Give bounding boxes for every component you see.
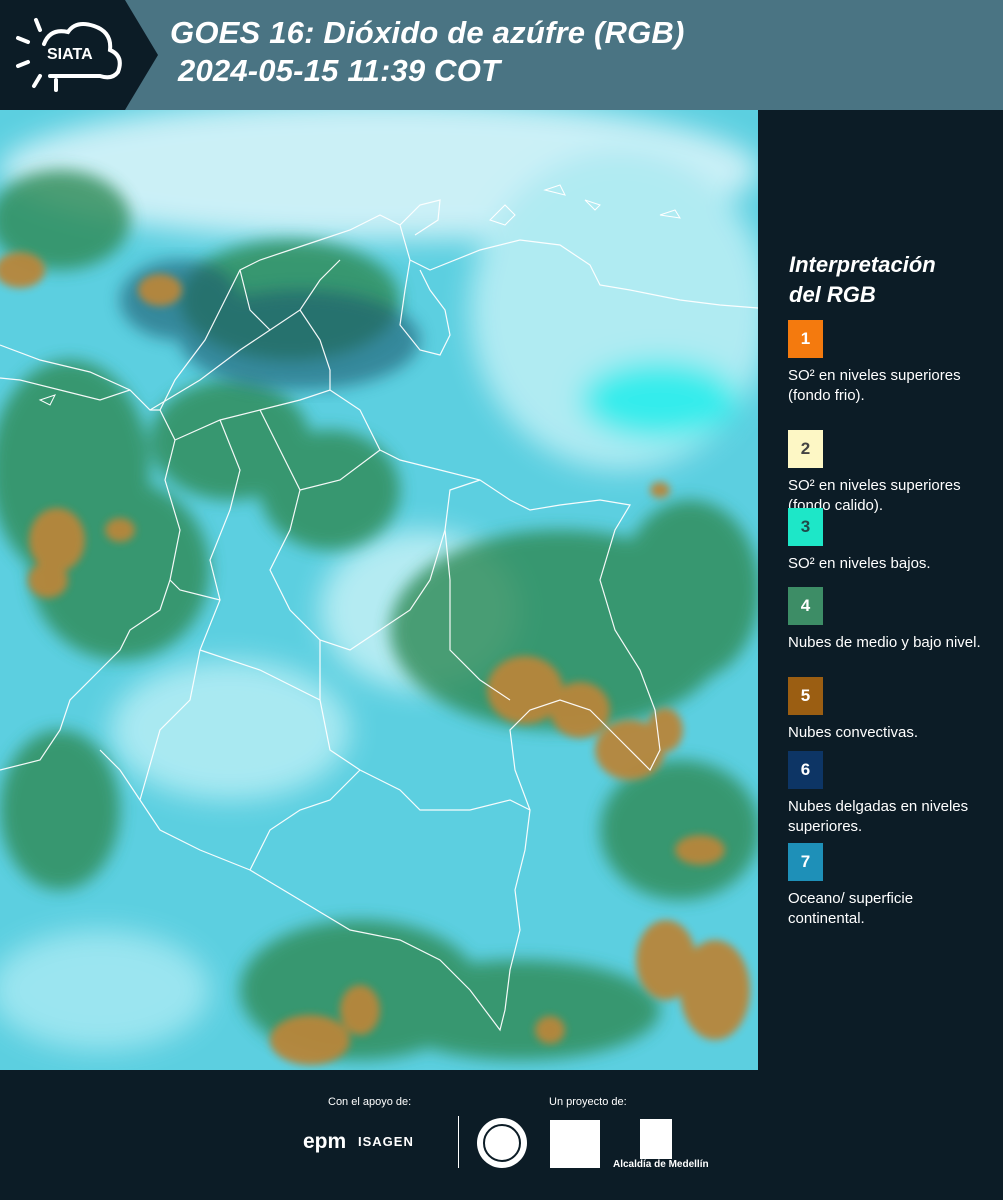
alcaldia-shield-icon: [640, 1119, 672, 1159]
alcaldia-label: Alcaldía de Medellín: [613, 1159, 709, 1170]
legend-heading: Interpretación del RGB: [789, 250, 936, 310]
title-line-1: GOES 16: Dióxido de azúfre (RGB): [170, 15, 685, 50]
epm-logo: epm: [303, 1130, 347, 1153]
legend-item-4: 4 Nubes de medio y bajo nivel.: [788, 587, 993, 653]
logo-text: SIATA: [47, 46, 93, 63]
legend-label: SO² en niveles superiores (fondo frio).: [788, 367, 961, 404]
legend-item-7: 7 Oceano/ superficie continental.: [788, 843, 993, 929]
legend-swatch: 1: [788, 320, 823, 358]
legend-swatch: 7: [788, 843, 823, 881]
legend-item-5: 5 Nubes convectivas.: [788, 677, 993, 743]
satellite-map: [0, 110, 758, 1070]
legend-label: Nubes delgadas en niveles superiores.: [788, 798, 969, 835]
medellin-seal-icon: [477, 1118, 527, 1168]
legend-swatch: 2: [788, 430, 823, 468]
legend-heading-line-2: del RGB: [789, 282, 876, 307]
legend-item-2: 2 SO² en niveles superiores (fondo calido…: [788, 430, 993, 516]
legend-item-6: 6 Nubes delgadas en niveles superiores.: [788, 751, 993, 837]
legend-swatch: 4: [788, 587, 823, 625]
legend-label: Nubes de medio y bajo nivel.: [788, 634, 981, 651]
legend-swatch: 5: [788, 677, 823, 715]
legend-heading-line-1: Interpretación: [789, 252, 936, 277]
legend-panel: Interpretación del RGB 1 SO² en niveles s…: [760, 110, 1003, 1070]
legend-item-3: 3 SO² en niveles bajos.: [788, 508, 993, 574]
isagen-logo: ISAGEN: [358, 1134, 414, 1149]
legend-swatch: 3: [788, 508, 823, 546]
header: SIATA GOES 16: Dióxido de azúfre (RGB) 2…: [0, 0, 1003, 110]
legend-label: Nubes convectivas.: [788, 724, 919, 741]
satellite-image: [0, 110, 758, 1070]
title-line-2: 2024-05-15 11:39 COT: [178, 53, 501, 88]
area-metropolitana-logo: [550, 1120, 600, 1168]
legend-item-1: 1 SO² en niveles superiores (fondo frio).: [788, 320, 993, 406]
project-label: Un proyecto de:: [549, 1096, 627, 1108]
footer-divider: [458, 1116, 459, 1168]
legend-swatch: 6: [788, 751, 823, 789]
legend-label: SO² en niveles bajos.: [788, 555, 931, 572]
page-title: GOES 16: Dióxido de azúfre (RGB) 2024-05…: [170, 14, 685, 90]
legend-label: Oceano/ superficie continental.: [788, 890, 914, 927]
support-label: Con el apoyo de:: [328, 1096, 412, 1108]
footer: Con el apoyo de: Un proyecto de: epm ISA…: [0, 1070, 1003, 1200]
